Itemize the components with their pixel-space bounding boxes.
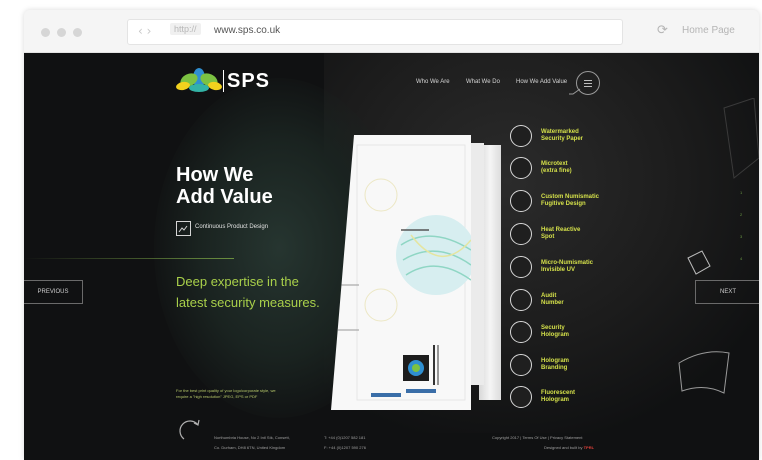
microtext-icon[interactable] [510, 157, 532, 179]
feature-microtext[interactable]: Microtext (extra fine) [541, 161, 621, 175]
slide-number-2[interactable]: 2 [740, 212, 742, 217]
page-title-line1: How We [176, 164, 254, 186]
feature-label-line2: Hologram [541, 332, 570, 338]
menu-tail-icon [569, 88, 581, 95]
page-title-line2: Add Value [176, 186, 273, 208]
footer-legal-links[interactable]: Copyright 2017 | Terms Of Use | Privacy … [492, 435, 582, 440]
nav-what-we-do[interactable]: What We Do [466, 79, 500, 85]
logo-divider [223, 70, 224, 92]
feature-label-line1: Watermarked [541, 129, 579, 135]
feature-heat-reactive[interactable]: Heat Reactive Spot [541, 227, 621, 241]
feature-label-line2: Spot [541, 234, 555, 240]
website-viewport: SPS Who We Are What We Do How We Add Val… [24, 53, 759, 460]
feature-watermarked[interactable]: Watermarked Security Paper [541, 129, 621, 143]
feature-label-line1: Hologram [541, 358, 570, 364]
feature-label-line2: Fugitive Design [541, 201, 586, 207]
address-bar[interactable]: ‹ › http:// www.sps.co.uk [127, 19, 623, 45]
feature-label-line1: Micro-Numismatic [541, 260, 594, 266]
feature-label-line2: (extra fine) [541, 168, 572, 174]
feature-label-line1: Fluorescent [541, 390, 576, 396]
floating-sheet-icon [678, 351, 730, 394]
window-minimize-dot[interactable] [57, 28, 66, 37]
feature-invisible-uv[interactable]: Micro-Numismatic Invisible UV [541, 260, 621, 274]
brand-name[interactable]: SPS [227, 70, 270, 93]
page-title: How We Add Value [176, 164, 273, 208]
sps-logo-icon[interactable] [176, 66, 222, 96]
feature-label-line1: Heat Reactive [541, 227, 581, 233]
slide-number-1[interactable]: 1 [740, 190, 742, 195]
feature-audit-number[interactable]: Audit Number [541, 293, 621, 307]
feature-label-line2: Branding [541, 365, 568, 371]
designed-by-text: Designed and built by [544, 445, 583, 450]
fluorescent-hologram-icon[interactable] [510, 386, 532, 408]
window-close-dot[interactable] [41, 28, 50, 37]
footer-address-line1: Northumbria House, No 2 Intl Stk, Conset… [214, 435, 290, 440]
curved-arrow-icon[interactable] [174, 413, 204, 443]
feature-fluorescent-hologram[interactable]: Fluorescent Hologram [541, 390, 621, 404]
security-hologram-icon[interactable] [510, 321, 532, 343]
url-protocol: http:// [170, 23, 201, 35]
hero-tagline: Deep expertise in the latest security me… [176, 274, 320, 310]
window-maximize-dot[interactable] [73, 28, 82, 37]
footer-fax: F: +44 (0)1207 590 276 [324, 445, 366, 450]
menu-line-icon [584, 83, 592, 84]
feature-label-line1: Custom Numismatic [541, 194, 600, 200]
print-quality-note: For the best print quality of your logo/… [176, 388, 276, 399]
uv-icon[interactable] [510, 256, 532, 278]
feature-security-hologram[interactable]: Security Hologram [541, 325, 621, 339]
feature-label-line1: Microtext [541, 161, 568, 167]
back-forward-icon[interactable]: ‹ › [138, 24, 151, 38]
hologram-branding-icon[interactable] [510, 354, 532, 376]
floating-card-icon [687, 250, 711, 275]
floating-paper-icon [723, 98, 759, 179]
slide-number-3[interactable]: 3 [740, 234, 742, 239]
designer-link[interactable]: TPRL [584, 445, 594, 450]
url-domain[interactable]: www.sps.co.uk [214, 25, 280, 36]
nav-who-we-are[interactable]: Who We Are [416, 79, 450, 85]
slide-number-4[interactable]: 4 [740, 256, 742, 261]
feature-label-line2: Hologram [541, 397, 570, 403]
nav-how-we-add-value[interactable]: How We Add Value [516, 79, 567, 85]
feature-label-line2: Invisible UV [541, 267, 576, 273]
feature-numismatic[interactable]: Custom Numismatic Fugitive Design [541, 194, 621, 208]
browser-window: ‹ › http:// www.sps.co.uk ⟳ Home Page SP… [24, 10, 759, 460]
feature-label-line2: Security Paper [541, 136, 584, 142]
browser-toolbar: ‹ › http:// www.sps.co.uk ⟳ Home Page [24, 10, 759, 53]
feature-label-line2: Number [541, 300, 564, 306]
numismatic-icon[interactable] [510, 190, 532, 212]
footer-phone: T: +44 (0)1207 582 181 [324, 435, 366, 440]
product-design-icon [176, 221, 191, 236]
watermark-icon[interactable] [510, 125, 532, 147]
feature-label-line1: Security [541, 325, 565, 331]
feature-hologram-branding[interactable]: Hologram Branding [541, 358, 621, 372]
product-design-label: Continuous Product Design [195, 224, 269, 230]
footer-designed-by: Designed and built by TPRL [544, 445, 594, 450]
next-button[interactable]: NEXT [695, 280, 759, 304]
heat-spot-icon[interactable] [510, 223, 532, 245]
feature-label-line1: Audit [541, 293, 557, 299]
menu-line-icon [584, 80, 592, 81]
reload-icon[interactable]: ⟳ [657, 23, 668, 38]
footer-address-line2: Co. Durham, DH8 6TN, United Kingdom [214, 445, 286, 450]
home-page-link[interactable]: Home Page [682, 25, 735, 36]
previous-button[interactable]: PREVIOUS [24, 280, 83, 304]
security-paper-illustration [331, 135, 471, 410]
menu-line-icon [584, 86, 592, 87]
security-paper-artwork [331, 144, 471, 401]
audit-number-icon[interactable] [510, 289, 532, 311]
accent-divider [24, 258, 234, 259]
